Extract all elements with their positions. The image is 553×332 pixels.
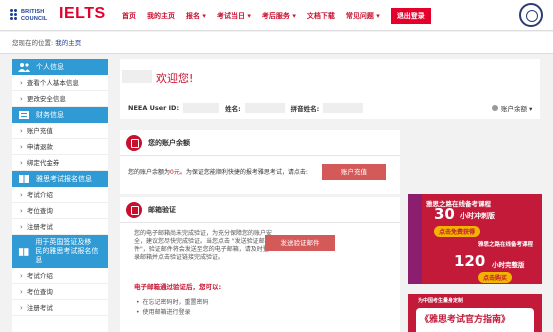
sidebar-section-label: 财务信息 [36,111,64,119]
sidebar-section-label: 用于英国签证及移 民的雅思考试报名信息 [35,238,99,264]
nav-downloads[interactable]: 文档下载 [307,11,335,21]
nav-post-test[interactable]: 考后服务 ▾ [262,11,296,21]
user-icon [492,105,498,111]
sidebar-item-seat-search[interactable]: 考位查询 [12,203,108,219]
sidebar-item-test-intro[interactable]: 考试介绍 [12,187,108,203]
balance-card-title: 您的账户余额 [126,135,190,151]
email-card-title: 邮箱验证 [126,202,176,218]
send-verification-button[interactable]: 发送验证邮件 [265,235,335,251]
ad-guide-title: 《雅思考试官方指南》 [420,315,511,325]
finance-icon [19,111,29,119]
nav-register[interactable]: 报名 ▾ [186,11,206,21]
sidebar-section-personal[interactable]: 个人信息 [12,59,108,75]
ad-buy-pill[interactable]: 点击购买 [478,272,513,283]
email-benefit-item: 使用邮箱进行登录 [142,307,191,316]
british-council-logo[interactable]: BRITISH COUNCIL [10,8,47,24]
book-icon [19,175,29,183]
ad-big-number: 120 [454,252,486,270]
ad-line: 为中国考生量身定制 [418,298,464,304]
sidebar-item-recharge[interactable]: 账户充值 [12,123,108,139]
breadcrumb: 您现在的位置: 我的主页 [0,32,553,54]
logo-text: BRITISH COUNCIL [21,9,48,22]
course-ad-banner[interactable]: 雅思之路在线备考课程 30 小时冲刺版 点击免费获得 雅思之路在线备考课程 12… [408,194,542,284]
guide-ad-banner[interactable]: 为中国考生量身定制 《雅思考试官方指南》 [408,294,542,332]
ad-unit: 小时冲刺版 [460,212,495,220]
email-verify-card: 邮箱验证 您的电子邮箱尚未完成验证，为充分保障您的账户安全，建议您尽快完成验证。… [120,197,400,332]
logout-button[interactable]: 退出登录 [390,8,431,24]
ad-big-number: 30 [434,205,455,223]
email-benefits-title: 电子邮箱通过验证后，您可以: [134,283,222,291]
sidebar-item-ukvi-register[interactable]: 注册考试 [12,300,108,316]
book-icon [18,247,29,256]
user-info-row: NEEA User ID: 姓名: 拼音姓名: [128,103,369,113]
welcome-text: 欢迎您! [156,72,194,85]
ielts-logo[interactable]: IELTS [59,5,106,23]
user-name-placeholder [122,70,152,83]
sidebar-item-security[interactable]: 更改安全信息 [12,91,108,107]
name-value [244,103,285,113]
nav-test-day[interactable]: 考试当日 ▾ [217,11,251,21]
email-benefit-item: 在忘记密码时，重置密码 [142,297,209,306]
wallet-icon [126,135,142,151]
email-verify-text: 您的电子邮箱尚未完成验证，为充分保障您的账户安全，建议您尽快完成验证。当您点击 … [134,230,273,261]
ad-unit: 小时完整版 [492,261,525,269]
users-icon [18,63,30,72]
sidebar-section-finance[interactable]: 财务信息 [12,107,108,123]
nav-faq[interactable]: 常见问题 ▾ [346,11,380,21]
sidebar-item-ukvi-seat-search[interactable]: 考位查询 [12,284,108,300]
pinyin-value [323,103,364,113]
top-header: BRITISH COUNCIL IELTS 首页 我的主页 报名 ▾ 考试当日 … [0,0,553,31]
user-id-value [183,103,220,113]
main-nav: 首页 我的主页 报名 ▾ 考试当日 ▾ 考后服务 ▾ 文档下载 常见问题 ▾ 退… [122,8,431,24]
neea-seal-logo [519,3,543,27]
sidebar: 个人信息 查看个人基本信息 更改安全信息 财务信息 账户充值 申请退款 绑定代金… [12,59,108,332]
name-label: 姓名: [225,105,241,113]
ad-free-pill[interactable]: 点击免费获得 [434,226,481,237]
breadcrumb-prefix: 您现在的位置: [12,39,54,47]
ad-line: 雅思之路在线备考课程 [478,242,534,248]
user-id-label: NEEA User ID: [128,104,180,112]
account-balance-dropdown[interactable]: 账户余额 ▾ [492,103,532,113]
sidebar-item-voucher[interactable]: 绑定代金券 [12,155,108,171]
sidebar-section-label: 个人信息 [36,63,64,71]
nav-home[interactable]: 首页 [122,11,136,21]
sidebar-section-label: 雅思考试报名信息 [36,175,92,183]
nav-my-home[interactable]: 我的主页 [147,11,175,21]
balance-card: 您的账户余额 您的账户余额为0元。为保证您能顺利快捷的报考雅思考试，请点击: 账… [120,130,400,194]
sidebar-item-ukvi-test-intro[interactable]: 考试介绍 [12,268,108,284]
breadcrumb-current-link[interactable]: 我的主页 [55,39,81,47]
pinyin-label: 拼音姓名: [290,105,320,113]
balance-text: 您的账户余额为0元。为保证您能顺利快捷的报考雅思考试，请点击: [128,169,308,176]
sidebar-item-view-profile[interactable]: 查看个人基本信息 [12,75,108,91]
balance-amount: 0元 [170,169,180,176]
sidebar-section-ielts[interactable]: 雅思考试报名信息 [12,171,108,187]
sidebar-item-refund[interactable]: 申请退款 [12,139,108,155]
sidebar-item-register-test[interactable]: 注册考试 [12,219,108,235]
welcome-panel: 欢迎您! NEEA User ID: 姓名: 拼音姓名: 账户余额 ▾ [120,59,540,119]
logo-dots-icon [10,9,20,23]
recharge-button[interactable]: 账户充值 [322,164,386,180]
mail-icon [126,202,142,218]
sidebar-section-ukvi[interactable]: 用于英国签证及移 民的雅思考试报名信息 [12,235,108,268]
